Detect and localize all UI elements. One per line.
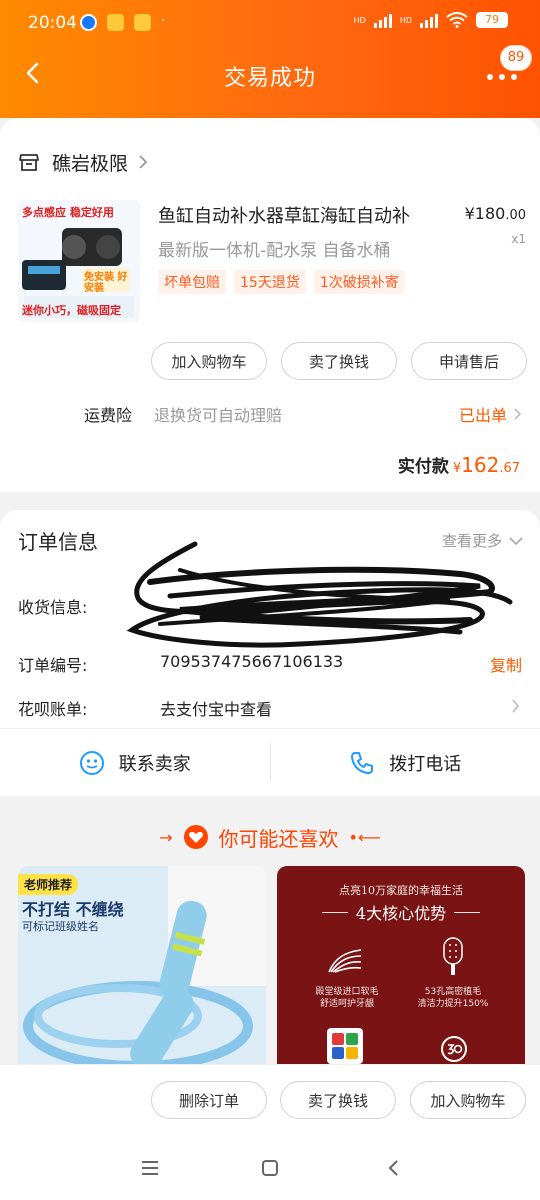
phone-icon <box>351 751 374 774</box>
price-symbol: ¥ <box>464 204 475 223</box>
alipay-notification-icon <box>80 14 97 31</box>
recommend-item-toothbrush[interactable]: 点亮10万家庭的幸福生活 4大核心优势 殿堂级进口软毛 舒适呵护牙龈 53孔高密… <box>277 866 525 1076</box>
paid-label: 实付款 <box>397 457 449 477</box>
product-price: ¥180.00 <box>465 204 526 223</box>
insurance-status: 已出单 <box>458 406 507 425</box>
order-item-card: 礁岩极限 多点感应 稳定好用 免安装 好安装 迷你小巧，磁吸固定 鱼缸自动补水器… <box>0 118 540 492</box>
huabei-label: 花呗账单: <box>18 700 88 719</box>
chevron-right-icon <box>514 408 522 420</box>
rec2-title-row: 4大核心优势 <box>277 900 525 924</box>
divider <box>454 911 481 913</box>
resell-button-bottom[interactable]: 卖了换钱 <box>280 1081 396 1119</box>
network-label-1: HD <box>353 15 366 25</box>
chat-face-icon <box>79 750 104 775</box>
network-label-2: HD <box>399 15 412 25</box>
service-tag: 15天退货 <box>234 270 306 294</box>
copy-order-number-button[interactable]: 复制 <box>490 652 522 676</box>
back-nav-icon[interactable] <box>382 1156 406 1180</box>
service-tags: 坏单包赔 15天退货 1次破损补寄 <box>158 270 405 294</box>
message-notification-icon <box>107 14 124 31</box>
product-image[interactable]: 多点感应 稳定好用 免安装 好安装 迷你小巧，磁吸固定 <box>18 200 140 322</box>
status-bar: 20:04 · HD HD 79 <box>0 0 540 48</box>
redaction-scribble <box>126 541 513 648</box>
shop-name: 礁岩极限 <box>52 152 129 175</box>
product-spec: 最新版一体机-配水泵 自备水桶 <box>158 241 391 261</box>
order-info-card: 订单信息 查看更多 收货信息: 订单编号: 709537475667106133… <box>0 510 540 796</box>
paid-currency: ¥ <box>452 461 462 476</box>
dot-icon: · <box>161 13 166 29</box>
rec2-feature2-line2: 清洁力提升150% <box>417 999 489 1009</box>
rec2-feature1-line2: 舒适呵护牙龈 <box>319 999 374 1009</box>
contact-seller-button[interactable]: 联系卖家 <box>0 729 270 796</box>
order-number-label: 订单编号: <box>18 656 88 675</box>
after-sale-button[interactable]: 申请售后 <box>411 342 527 380</box>
add-to-cart-button-bottom[interactable]: 加入购物车 <box>410 1081 526 1119</box>
battery-icon: 79 <box>476 12 508 28</box>
paid-amount: 实付款 ¥ 162 .67 <box>398 452 520 477</box>
system-navigation-bar <box>0 1136 540 1200</box>
home-icon[interactable] <box>258 1156 282 1180</box>
system-status: HD HD 79 <box>354 12 508 28</box>
paid-integer: 162 <box>461 453 500 477</box>
delete-order-button[interactable]: 删除订单 <box>151 1081 267 1119</box>
service-tag: 1次破损补寄 <box>313 270 405 294</box>
bottom-action-bar: 删除订单 卖了换钱 加入购物车 <box>0 1064 540 1136</box>
order-info-title: 订单信息 <box>18 530 98 554</box>
add-to-cart-button[interactable]: 加入购物车 <box>151 342 267 380</box>
app-header: 20:04 · HD HD 79 交易成功 89 <box>0 0 540 118</box>
soft-bristle-icon <box>328 949 362 973</box>
shipping-label: 收货信息: <box>18 598 88 617</box>
rec2-slogan: 点亮10万家庭的幸福生活 <box>339 884 463 897</box>
decor-arrow-right: •⟵ <box>348 827 381 847</box>
recommend-title: 你可能还喜欢 <box>218 826 339 851</box>
contact-bar: 联系卖家 拨打电话 <box>0 729 540 796</box>
service-tag: 坏单包赔 <box>158 270 226 294</box>
price-integer: 180 <box>474 204 506 223</box>
color-grid-icon <box>327 1028 363 1064</box>
recommend-header: → 你可能还喜欢 •⟵ <box>0 822 540 852</box>
insurance-label: 运费险 <box>84 406 133 425</box>
chevron-right-icon <box>139 155 148 169</box>
recommend-item-jump-rope[interactable]: 老师推荐 不打结 不缠绕 可标记班级姓名 <box>18 866 266 1076</box>
thumb-text-bottom: 迷你小巧，磁吸固定 <box>22 304 121 317</box>
decor-arrow-left: → <box>159 827 173 847</box>
page-title: 交易成功 <box>223 66 316 91</box>
rec1-headline: 不打结 不缠绕 <box>22 900 124 919</box>
insurance-desc: 退换货可自动理赔 <box>154 406 283 425</box>
status-time: 20:04 <box>28 13 77 33</box>
timer-icon <box>441 1036 467 1062</box>
signal-icon <box>373 12 392 28</box>
message-notification-icon-2 <box>134 14 151 31</box>
call-phone-button[interactable]: 拨打电话 <box>271 729 540 796</box>
product-title[interactable]: 鱼缸自动补水器草缸海缸自动补 <box>158 202 438 228</box>
divider <box>321 911 348 913</box>
paid-decimal: .67 <box>499 461 520 476</box>
product-quantity: x1 <box>511 232 526 246</box>
store-icon <box>19 154 39 171</box>
heart-icon <box>183 825 208 849</box>
resell-button[interactable]: 卖了换钱 <box>281 342 397 380</box>
order-number: 709537475667106133 <box>160 652 344 671</box>
rec2-title: 4大核心优势 <box>355 904 447 923</box>
menu-icon[interactable] <box>138 1156 162 1180</box>
message-count-badge: 89 <box>500 45 532 71</box>
brush-head-icon <box>443 937 463 975</box>
wifi-icon <box>446 12 468 28</box>
contact-seller-label: 联系卖家 <box>118 753 191 775</box>
chevron-right-icon <box>512 699 520 713</box>
price-decimal: .00 <box>505 208 526 223</box>
thumb-text-top: 多点感应 稳定好用 <box>22 206 114 219</box>
thumb-text-mid: 免安装 好安装 <box>84 272 128 294</box>
rec1-sub: 可标记班级姓名 <box>22 920 99 933</box>
huabei-link[interactable]: 去支付宝中查看 <box>160 696 272 720</box>
item-actions: 加入购物车 卖了换钱 申请售后 <box>151 342 527 380</box>
rec1-badge: 老师推荐 <box>18 874 79 895</box>
signal-icon-2 <box>420 12 438 28</box>
call-phone-label: 拨打电话 <box>389 753 462 775</box>
shop-link[interactable]: 礁岩极限 <box>18 148 148 176</box>
insurance-status-link[interactable]: 已出单 <box>459 402 522 426</box>
notification-icons: · <box>80 14 165 31</box>
